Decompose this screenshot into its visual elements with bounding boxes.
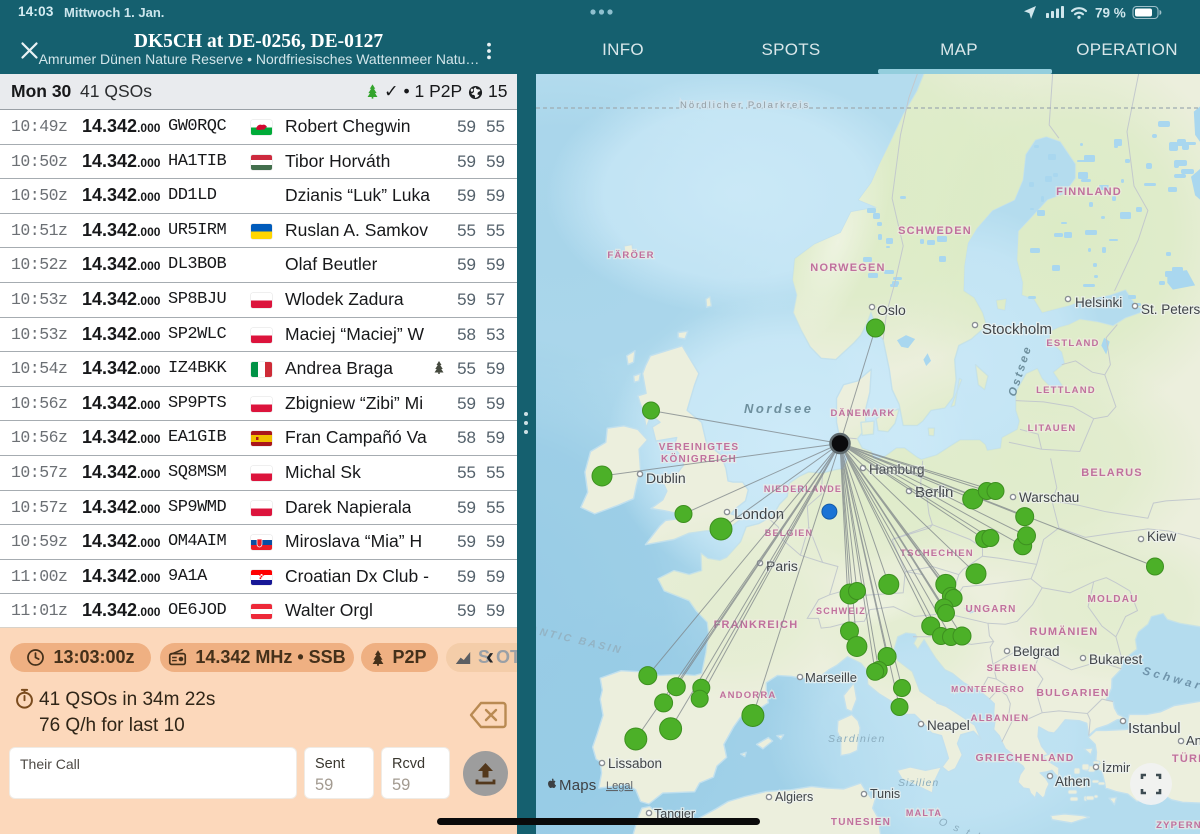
svg-text:BELARUS: BELARUS [1081, 467, 1143, 479]
svg-text:Sizilien: Sizilien [898, 777, 939, 789]
svg-text:ESTLAND: ESTLAND [1046, 338, 1099, 349]
svg-text:Maps: Maps [559, 777, 596, 794]
svg-text:Bukarest: Bukarest [1089, 652, 1143, 667]
svg-text:Warschau: Warschau [1019, 490, 1079, 505]
svg-text:FÄRÖER: FÄRÖER [607, 250, 654, 261]
svg-text:Marseille: Marseille [805, 670, 857, 685]
svg-text:MONTENEGRO: MONTENEGRO [951, 684, 1025, 694]
svg-text:79 %: 79 % [1095, 6, 1126, 21]
svg-text:ANDORRA: ANDORRA [720, 690, 777, 701]
svg-text:SCHWEIZ: SCHWEIZ [816, 606, 866, 616]
svg-text:İzmir: İzmir [1102, 760, 1131, 775]
svg-text:Nördlicher Polarkreis: Nördlicher Polarkreis [680, 100, 810, 111]
svg-text:LETTLAND: LETTLAND [1036, 385, 1096, 396]
svg-text:Stockholm: Stockholm [982, 321, 1052, 338]
svg-text:Neapel: Neapel [927, 718, 970, 733]
svg-text:TÜRKEI: TÜRKEI [1172, 752, 1200, 765]
svg-text:RUMÄNIEN: RUMÄNIEN [1030, 625, 1099, 638]
svg-text:Belgrad: Belgrad [1013, 644, 1060, 659]
svg-text:MOLDAU: MOLDAU [1087, 594, 1138, 605]
svg-text:FRANKREICH: FRANKREICH [714, 619, 799, 631]
svg-text:MALTA: MALTA [906, 808, 942, 818]
svg-text:GRIECHENLAND: GRIECHENLAND [976, 752, 1075, 764]
svg-text:Tunis: Tunis [870, 787, 900, 801]
svg-text:Anka: Anka [1186, 733, 1200, 748]
svg-text:VEREINIGTES: VEREINIGTES [659, 442, 739, 453]
svg-text:UNGARN: UNGARN [965, 604, 1016, 615]
svg-text:Nordsee: Nordsee [744, 401, 814, 416]
svg-text:NORWEGEN: NORWEGEN [810, 262, 885, 274]
svg-text:FINNLAND: FINNLAND [1056, 186, 1122, 198]
svg-text:TUNESIEN: TUNESIEN [831, 817, 891, 828]
svg-text:SCHWEDEN: SCHWEDEN [898, 225, 972, 237]
svg-text:Lissabon: Lissabon [608, 756, 662, 771]
svg-text:Legal: Legal [606, 780, 633, 792]
svg-text:Helsinki: Helsinki [1075, 295, 1122, 310]
svg-text:Dublin: Dublin [646, 470, 686, 486]
svg-text:ZYPERN: ZYPERN [1156, 820, 1200, 831]
svg-text:DÄNEMARK: DÄNEMARK [830, 408, 895, 419]
svg-text:Kiew: Kiew [1147, 529, 1177, 544]
svg-text:Sardinien: Sardinien [828, 733, 886, 745]
svg-text:Athen: Athen [1055, 774, 1090, 789]
svg-text:LITAUEN: LITAUEN [1028, 423, 1077, 434]
svg-text:SERBIEN: SERBIEN [987, 663, 1038, 674]
svg-text:BULGARIEN: BULGARIEN [1036, 687, 1109, 699]
svg-text:Algiers: Algiers [775, 790, 813, 804]
svg-text:Istanbul: Istanbul [1128, 720, 1181, 737]
svg-text:ALBANIEN: ALBANIEN [971, 713, 1030, 724]
svg-text:Oslo: Oslo [877, 302, 906, 318]
svg-text:St. Petersb: St. Petersb [1141, 302, 1200, 317]
svg-text:NIEDERLANDE: NIEDERLANDE [764, 484, 842, 494]
